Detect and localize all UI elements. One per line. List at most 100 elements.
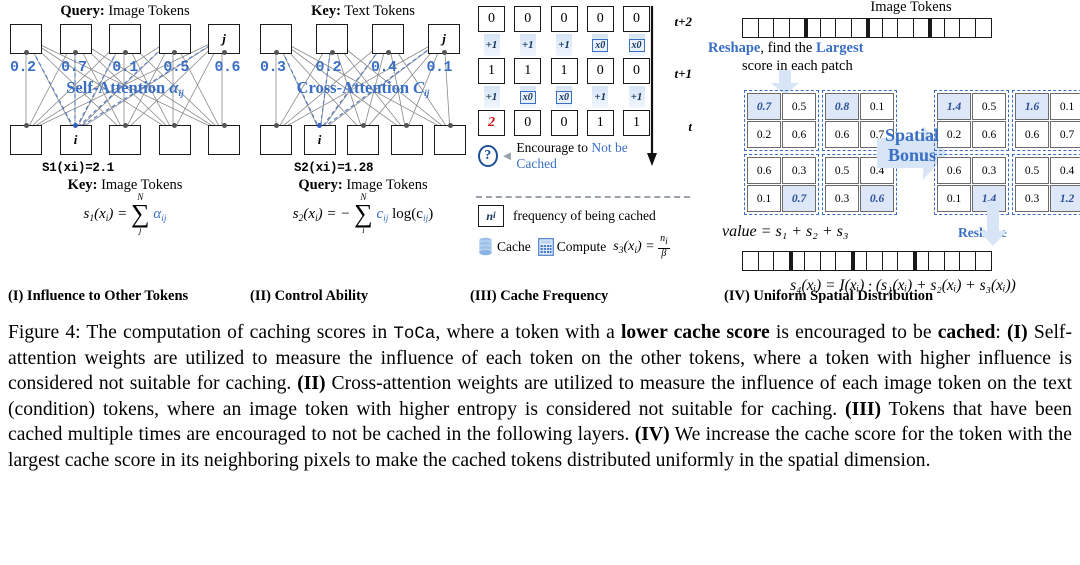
token-box[interactable] bbox=[10, 23, 42, 56]
panel4-top-strip-area: Image Tokens bbox=[700, 0, 1080, 40]
strip-cell[interactable] bbox=[819, 18, 837, 38]
score-cell[interactable]: 1.4 bbox=[937, 93, 971, 120]
strip-cell[interactable] bbox=[912, 18, 930, 38]
score-cell[interactable]: 0.3 bbox=[782, 157, 816, 184]
cache-count-box[interactable]: 0 bbox=[514, 110, 542, 136]
cache-count-box[interactable]: 1 bbox=[514, 58, 542, 84]
strip-cell[interactable] bbox=[959, 18, 976, 38]
score-cell[interactable]: 0.7 bbox=[1050, 121, 1080, 148]
token-anchor-dot bbox=[273, 50, 279, 56]
score-cell[interactable]: 0.5 bbox=[825, 157, 859, 184]
strip-cell[interactable] bbox=[866, 18, 883, 38]
token-box[interactable] bbox=[372, 23, 404, 56]
token-box[interactable] bbox=[260, 123, 292, 155]
strip-cell[interactable] bbox=[881, 251, 899, 271]
cache-count-box[interactable]: 0 bbox=[586, 6, 614, 32]
strip-cell[interactable] bbox=[881, 18, 899, 38]
panel3-encourage-row: ? ◄ Encourage to Not be Cached bbox=[478, 140, 650, 172]
strip-cell[interactable] bbox=[773, 18, 790, 38]
strip-cell[interactable] bbox=[788, 251, 806, 271]
strip-cell[interactable] bbox=[928, 251, 945, 271]
strip-cell[interactable] bbox=[742, 18, 759, 38]
token-label: j bbox=[442, 30, 446, 46]
strip-cell[interactable] bbox=[974, 18, 992, 38]
strip-cell[interactable] bbox=[757, 251, 775, 271]
cache-count-box[interactable]: 0 bbox=[550, 6, 578, 32]
strip-cell[interactable] bbox=[788, 18, 806, 38]
token-box[interactable] bbox=[109, 23, 141, 56]
strip-cell[interactable] bbox=[928, 18, 945, 38]
score-cell[interactable]: 0.2 bbox=[747, 121, 781, 148]
token-anchor-dot bbox=[172, 50, 177, 56]
panel2-score-value: S2(xi)=1.28 bbox=[294, 160, 374, 175]
strip-cell[interactable] bbox=[757, 18, 775, 38]
strip-cell[interactable] bbox=[804, 18, 821, 38]
panel4-value-row: value = s₁ + s₂ + s₃ Reshape bbox=[700, 201, 1080, 251]
score-cell[interactable]: 1.2 bbox=[1050, 185, 1080, 212]
score-cell[interactable]: 0.1 bbox=[937, 185, 971, 212]
score-cell[interactable]: 0.8 bbox=[825, 93, 859, 120]
score-cell[interactable]: 0.1 bbox=[747, 185, 781, 212]
score-cell[interactable]: 0.6 bbox=[1015, 121, 1049, 148]
token-box[interactable] bbox=[434, 123, 466, 155]
op-plus-one: +1 bbox=[478, 86, 505, 108]
strip-cell[interactable] bbox=[850, 18, 868, 38]
strip-cell[interactable] bbox=[804, 251, 821, 271]
score-cell[interactable]: 0.6 bbox=[825, 121, 859, 148]
strip-cell[interactable] bbox=[912, 251, 930, 271]
token-box[interactable] bbox=[59, 23, 92, 56]
token-box[interactable] bbox=[347, 123, 379, 155]
token-box[interactable] bbox=[390, 123, 423, 155]
score-cell[interactable]: 0.5 bbox=[972, 93, 1006, 120]
strip-cell[interactable] bbox=[959, 251, 976, 271]
score-cell[interactable]: 0.7 bbox=[782, 185, 816, 212]
cache-count-box[interactable]: 0 bbox=[550, 110, 578, 136]
cache-count-box[interactable]: 0 bbox=[586, 58, 614, 84]
strip-cell[interactable] bbox=[897, 18, 914, 38]
score-cell[interactable]: 0.6 bbox=[972, 121, 1006, 148]
token-box[interactable] bbox=[316, 23, 348, 56]
cache-count-box[interactable]: 0 bbox=[478, 6, 505, 32]
strip-cell[interactable] bbox=[943, 18, 961, 38]
cache-count-box[interactable]: 1 bbox=[478, 58, 505, 84]
score-cell[interactable]: 1.6 bbox=[1015, 93, 1049, 120]
strip-cell[interactable] bbox=[943, 251, 961, 271]
caption-part-1: Figure 4: The computation of caching sco… bbox=[8, 322, 394, 343]
strip-cell[interactable] bbox=[850, 251, 868, 271]
score-cell[interactable]: 0.3 bbox=[1015, 185, 1049, 212]
score-cell[interactable]: 0.6 bbox=[747, 157, 781, 184]
cache-count-box[interactable]: 1 bbox=[586, 110, 614, 136]
token-box[interactable] bbox=[208, 123, 240, 155]
score-cell[interactable]: 0.4 bbox=[1050, 157, 1080, 184]
panel2-bottom-header-key: Query: bbox=[298, 176, 343, 193]
strip-cell[interactable] bbox=[835, 18, 852, 38]
cache-count-box[interactable]: 0 bbox=[514, 6, 542, 32]
token-box[interactable] bbox=[10, 123, 42, 155]
cache-count-box-highlighted[interactable]: 2 bbox=[478, 110, 505, 136]
strip-cell[interactable] bbox=[866, 251, 883, 271]
score-cell[interactable]: 0.7 bbox=[747, 93, 781, 120]
token-box-i[interactable]: i bbox=[59, 123, 92, 155]
token-anchor-dot bbox=[23, 50, 29, 56]
cache-count-box[interactable]: 1 bbox=[550, 58, 578, 84]
strip-cell[interactable] bbox=[897, 251, 914, 271]
strip-cell[interactable] bbox=[819, 251, 837, 271]
score-cell[interactable]: 0.5 bbox=[782, 93, 816, 120]
strip-cell[interactable] bbox=[974, 251, 992, 271]
strip-cell[interactable] bbox=[835, 251, 852, 271]
strip-cell[interactable] bbox=[773, 251, 790, 271]
token-box[interactable] bbox=[158, 23, 191, 56]
token-box-j[interactable]: j bbox=[428, 23, 460, 56]
token-box-i[interactable]: i bbox=[303, 123, 336, 155]
score-cell[interactable]: 0.6 bbox=[782, 121, 816, 148]
score-cell[interactable]: 0.5 bbox=[1015, 157, 1049, 184]
summation-symbol: ∑ Ni bbox=[354, 191, 373, 236]
token-box[interactable] bbox=[109, 123, 141, 155]
token-box-j[interactable]: j bbox=[208, 23, 240, 56]
score-cell[interactable]: 0.3 bbox=[972, 157, 1006, 184]
strip-cell[interactable] bbox=[742, 251, 759, 271]
score-cell[interactable]: 0.3 bbox=[825, 185, 859, 212]
score-cell[interactable]: 0.1 bbox=[1050, 93, 1080, 120]
token-box[interactable] bbox=[158, 123, 191, 155]
token-box[interactable] bbox=[260, 23, 292, 56]
